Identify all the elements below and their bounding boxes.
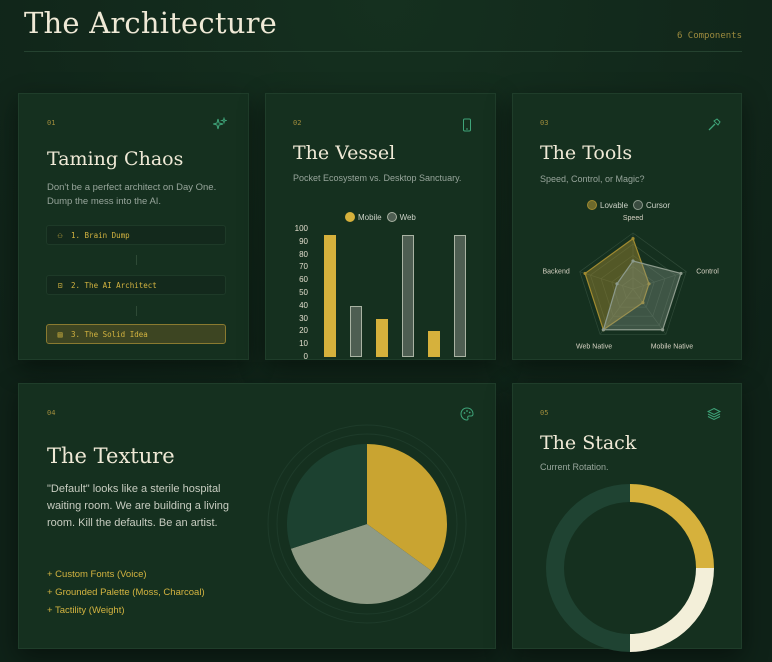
bar-web bbox=[350, 305, 362, 357]
card-number: 05 bbox=[540, 409, 549, 417]
pie-slice bbox=[630, 484, 714, 568]
card-subtitle: "Default" looks like a sterile hospital … bbox=[47, 483, 229, 529]
bar-mobile bbox=[428, 331, 440, 357]
card-title: Taming Chaos bbox=[47, 148, 184, 170]
card-number: 04 bbox=[47, 409, 56, 417]
smartphone-icon bbox=[463, 118, 471, 132]
radar-chart: Speed Control Mobile Native Web Native Backe… bbox=[542, 215, 719, 350]
hammer-icon bbox=[708, 118, 721, 131]
radar-axis-label: Control bbox=[696, 269, 719, 276]
step-solid-idea[interactable]: ▤ 3. The Solid Idea bbox=[46, 324, 226, 344]
bar-mobile bbox=[376, 318, 388, 357]
card-title: The Texture bbox=[47, 444, 175, 468]
card-number: 03 bbox=[540, 119, 549, 127]
y-tick-label: 10 bbox=[299, 339, 308, 349]
step-label: 1. Brain Dump bbox=[71, 231, 130, 240]
card-title: The Tools bbox=[540, 142, 633, 164]
card-number: 02 bbox=[293, 119, 302, 127]
brain-icon: ⚇ bbox=[57, 231, 63, 240]
feature-item: + Tactility (Weight) bbox=[47, 605, 125, 616]
y-tick-label: 80 bbox=[299, 249, 308, 259]
legend-label: Web bbox=[399, 212, 416, 222]
radar-axis-label: Web Native bbox=[576, 343, 612, 350]
bar-web bbox=[402, 235, 414, 357]
y-tick-label: 40 bbox=[299, 300, 308, 310]
radar-point bbox=[583, 271, 587, 276]
card-subtitle: Don't be a perfect architect on Day One.… bbox=[47, 182, 217, 207]
robot-icon: ⊡ bbox=[57, 281, 63, 290]
card-number: 01 bbox=[47, 119, 56, 127]
layers-icon bbox=[707, 407, 721, 421]
step-ai-architect[interactable]: ⊡ 2. The AI Architect bbox=[46, 275, 226, 295]
legend-swatch-mobile bbox=[345, 212, 355, 222]
step-brain-dump[interactable]: ⚇ 1. Brain Dump bbox=[46, 225, 226, 245]
radar-point bbox=[631, 237, 635, 241]
y-tick-label: 50 bbox=[299, 288, 308, 297]
y-tick-label: 0 bbox=[303, 352, 308, 361]
radar-axis-label: Mobile Native bbox=[651, 343, 694, 350]
card-the-vessel: 02 The Vessel Pocket Ecosystem vs. Deskt… bbox=[265, 93, 496, 361]
page-title: The Architecture bbox=[24, 6, 278, 40]
card-the-tools: 03 The Tools Speed, Control, or Magic? L… bbox=[512, 93, 742, 360]
radar-point bbox=[631, 259, 635, 263]
radar-point bbox=[661, 328, 665, 332]
radar-point bbox=[679, 271, 683, 276]
card-the-texture: 04 The Texture "Default" looks like a st… bbox=[18, 383, 496, 649]
card-subtitle: Pocket Ecosystem vs. Desktop Sanctuary. bbox=[293, 173, 462, 183]
y-tick-label: 60 bbox=[299, 275, 308, 285]
y-tick-label: 20 bbox=[299, 326, 308, 336]
card-title: The Vessel bbox=[293, 142, 396, 164]
y-tick-label: 70 bbox=[299, 262, 308, 272]
pie-chart bbox=[267, 424, 467, 624]
card-the-stack: 05 The Stack Current Rotation. bbox=[512, 383, 742, 652]
card-title: The Stack bbox=[540, 432, 637, 454]
card-subtitle: Current Rotation. bbox=[540, 462, 609, 472]
feature-item: + Custom Fonts (Voice) bbox=[47, 569, 147, 580]
card-taming-chaos: 01 Taming Chaos Don't be a perfect archi… bbox=[18, 93, 249, 360]
bar-mobile bbox=[324, 235, 336, 357]
radar-point bbox=[601, 328, 605, 332]
radar-point bbox=[615, 282, 619, 286]
y-tick-label: 30 bbox=[299, 313, 308, 323]
pie-slice bbox=[546, 484, 630, 652]
radar-axis-label: Speed bbox=[623, 215, 643, 222]
donut-chart bbox=[546, 484, 714, 652]
feature-item: + Grounded Palette (Moss, Charcoal) bbox=[47, 587, 205, 598]
card-subtitle: Speed, Control, or Magic? bbox=[540, 174, 645, 184]
component-count: 6 Components bbox=[676, 31, 742, 41]
header-divider bbox=[24, 51, 742, 52]
y-tick-label: 100 bbox=[294, 224, 308, 233]
step-label: 2. The AI Architect bbox=[71, 281, 157, 290]
chart-legend: Mobile Web bbox=[345, 212, 416, 222]
connector-line bbox=[136, 306, 137, 316]
radar-axis-label: Backend bbox=[542, 269, 569, 276]
bar-plot-area bbox=[318, 229, 478, 357]
document-icon: ▤ bbox=[57, 330, 63, 339]
legend-swatch-web bbox=[386, 212, 397, 222]
pie-slice bbox=[630, 568, 714, 652]
step-label: 3. The Solid Idea bbox=[71, 330, 148, 339]
connector-line bbox=[136, 255, 137, 265]
bar-web bbox=[454, 235, 466, 357]
y-tick-label: 90 bbox=[299, 236, 308, 246]
legend-label: Mobile bbox=[358, 212, 382, 222]
sparkles-icon bbox=[213, 117, 227, 130]
y-axis: 0 10 20 30 40 50 60 70 80 90 100 bbox=[292, 224, 312, 361]
